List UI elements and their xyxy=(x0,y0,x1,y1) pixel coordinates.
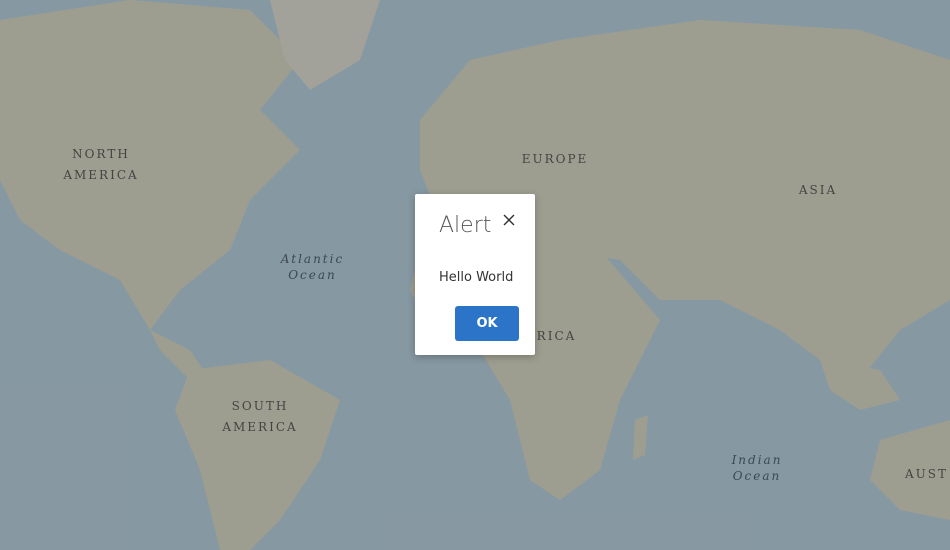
dialog-title: Alert xyxy=(439,213,492,238)
dialog-message: Hello World xyxy=(439,270,514,285)
close-icon[interactable] xyxy=(501,212,517,228)
alert-dialog: Alert Hello World OK xyxy=(415,194,535,355)
ok-button[interactable]: OK xyxy=(455,306,519,341)
